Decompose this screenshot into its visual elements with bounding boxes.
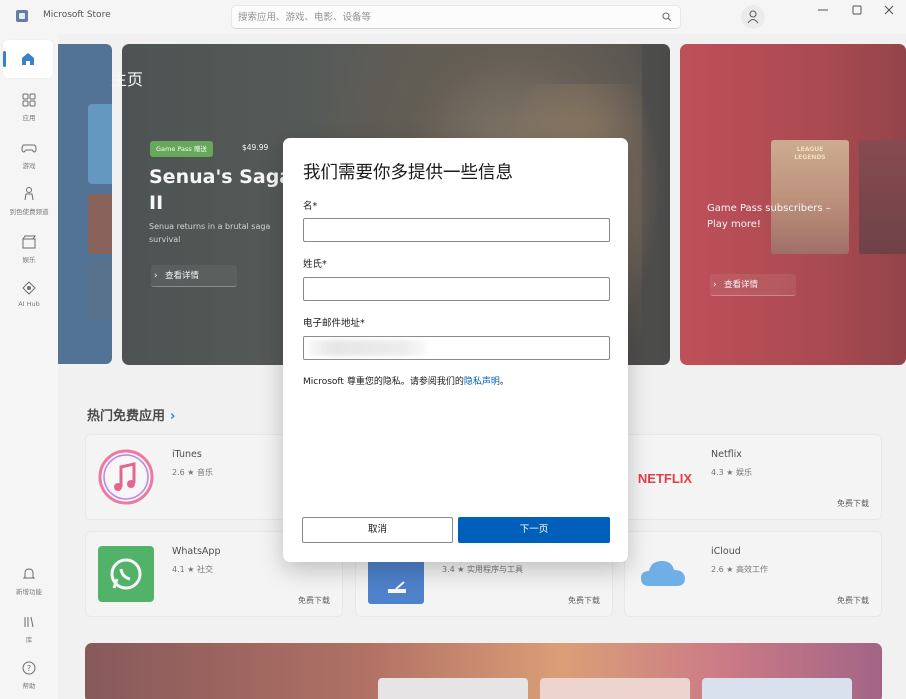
email-field[interactable] [303,336,610,360]
last-name-field[interactable] [303,277,610,301]
next-button[interactable]: 下一页 [458,517,610,543]
dialog-title: 我们需要你多提供一些信息 [303,163,513,183]
privacy-notice: Microsoft 尊重您的隐私。请参阅我们的隐私声明。 [303,374,509,387]
first-name-label: 名* [303,201,318,212]
redacted-email [309,340,427,356]
privacy-link[interactable]: 隐私声明 [464,377,500,387]
cancel-button[interactable]: 取消 [302,517,453,543]
last-name-label: 姓氏* [303,259,327,270]
email-label: 电子邮件地址* [303,318,365,329]
first-name-field[interactable] [303,218,610,242]
info-dialog: 我们需要你多提供一些信息 名* 姓氏* 电子邮件地址* Microsoft 尊重… [283,138,628,562]
privacy-end: 。 [499,377,509,387]
privacy-text: Microsoft 尊重您的隐私。请参阅我们的 [303,377,464,387]
